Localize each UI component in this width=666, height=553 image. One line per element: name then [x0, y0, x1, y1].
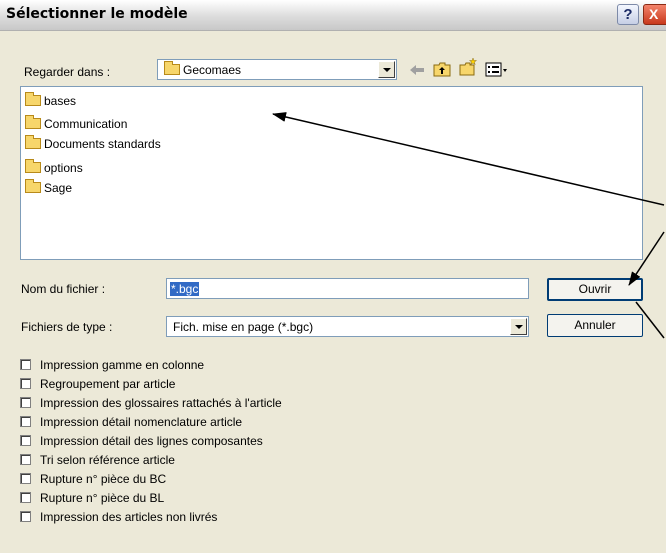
select-template-dialog: Sélectionner le modèle ? X Regarder dans…: [0, 0, 666, 553]
annotation-line: [635, 301, 665, 339]
annotation-arrow: [272, 112, 665, 206]
annotation-arrow: [628, 231, 665, 286]
annotation-arrows: [272, 112, 665, 339]
